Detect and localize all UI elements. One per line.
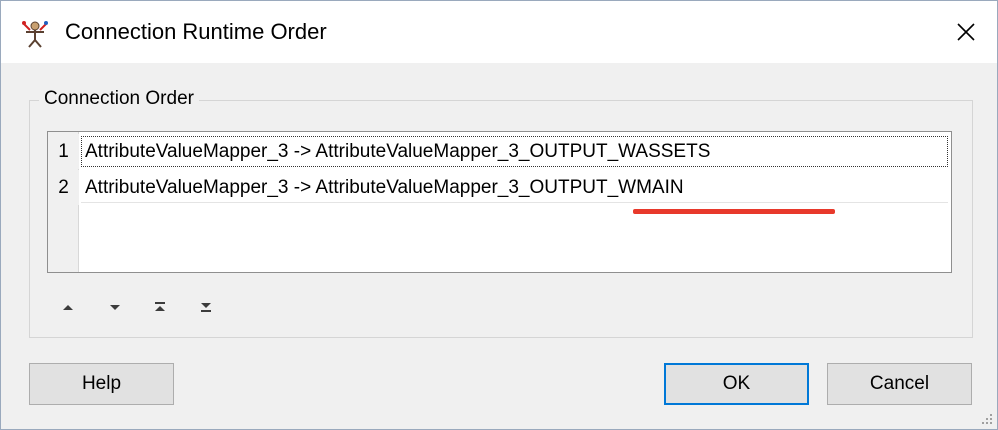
close-icon bbox=[957, 23, 975, 41]
cancel-button[interactable]: Cancel bbox=[827, 363, 972, 405]
move-down-icon bbox=[110, 305, 120, 310]
connection-list[interactable]: 1 AttributeValueMapper_3 -> AttributeVal… bbox=[47, 131, 952, 273]
help-button[interactable]: Help bbox=[29, 363, 174, 405]
row-number: 2 bbox=[48, 170, 79, 205]
connection-cell[interactable]: AttributeValueMapper_3 -> AttributeValue… bbox=[81, 136, 948, 167]
move-up-icon bbox=[63, 305, 73, 310]
table-row[interactable]: 2 AttributeValueMapper_3 -> AttributeVal… bbox=[48, 170, 951, 205]
annotation-underline bbox=[633, 209, 835, 214]
connection-cell[interactable]: AttributeValueMapper_3 -> AttributeValue… bbox=[81, 172, 948, 203]
group-label: Connection Order bbox=[39, 87, 199, 111]
table-row[interactable]: 1 AttributeValueMapper_3 -> AttributeVal… bbox=[48, 134, 951, 169]
ok-button[interactable]: OK bbox=[664, 363, 809, 405]
move-to-top-icon bbox=[155, 302, 165, 311]
close-button[interactable] bbox=[935, 1, 997, 63]
dialog-title: Connection Runtime Order bbox=[65, 19, 327, 44]
move-to-bottom-icon bbox=[201, 303, 211, 312]
move-up-button[interactable] bbox=[57, 297, 79, 317]
move-down-button[interactable] bbox=[104, 297, 126, 317]
move-to-top-button[interactable] bbox=[149, 297, 171, 317]
row-number: 1 bbox=[48, 134, 79, 169]
move-to-bottom-button[interactable] bbox=[195, 297, 217, 317]
resize-grip-icon[interactable] bbox=[980, 412, 994, 426]
connection-runtime-order-dialog: Connection Runtime Order Connection Orde… bbox=[0, 0, 998, 430]
fme-workbench-icon bbox=[22, 21, 48, 48]
title-bar: Connection Runtime Order bbox=[1, 1, 997, 63]
